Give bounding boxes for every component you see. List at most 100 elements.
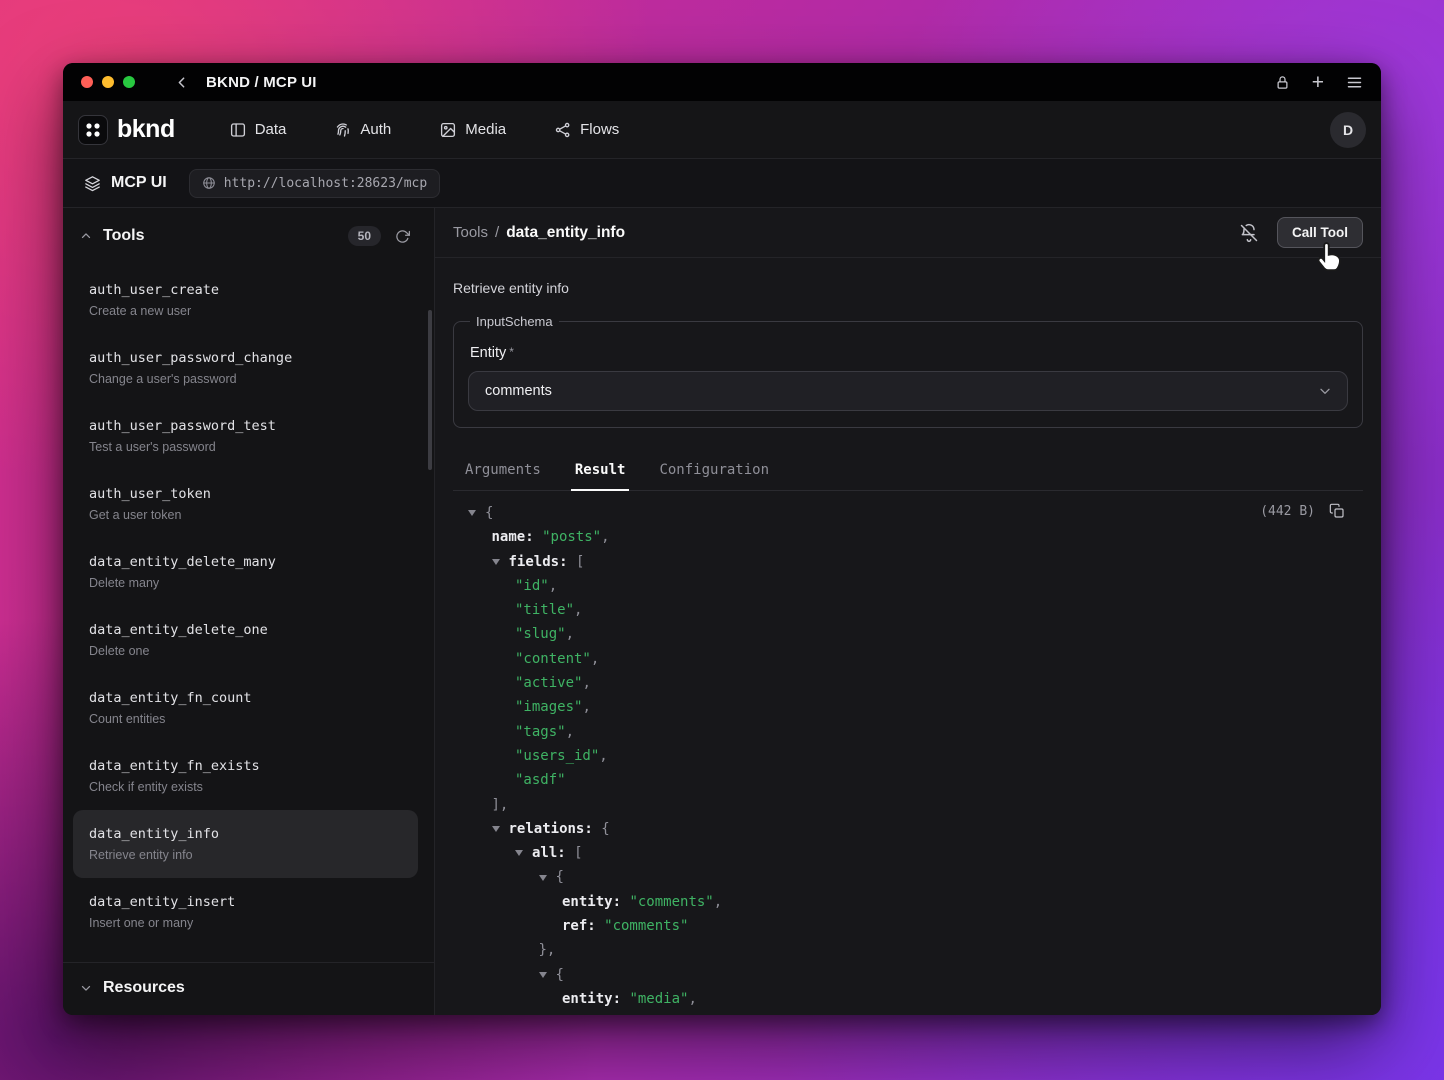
traffic-lights (81, 76, 135, 88)
nav-item-flows[interactable]: Flows (554, 121, 619, 139)
json-line: "images", (453, 695, 1363, 719)
close-window-button[interactable] (81, 76, 93, 88)
json-punct: , (591, 647, 599, 671)
breadcrumb-root[interactable]: Tools (453, 224, 488, 241)
resources-section-header[interactable]: Resources (63, 962, 434, 1015)
tool-list-item[interactable]: data_entity_fn_count Count entities (73, 674, 418, 742)
minimize-window-button[interactable] (102, 76, 114, 88)
json-punct: , (714, 890, 722, 914)
tool-list-item[interactable]: data_entity_insert Insert one or many (73, 878, 418, 946)
tool-name: data_entity_delete_one (89, 621, 402, 639)
json-string: "slug" (515, 622, 566, 646)
nav-item-data[interactable]: Data (229, 121, 287, 139)
nav-item-auth[interactable]: Auth (334, 121, 391, 139)
tool-list-item[interactable]: data_entity_delete_many Delete many (73, 538, 418, 606)
nav-label: Auth (360, 121, 391, 138)
maximize-window-button[interactable] (123, 76, 135, 88)
json-line: relations: { (453, 817, 1363, 841)
json-line: "content", (453, 647, 1363, 671)
tool-list-item[interactable]: auth_user_password_change Change a user'… (73, 334, 418, 402)
nav-item-media[interactable]: Media (439, 121, 506, 139)
tree-caret-icon[interactable] (539, 972, 556, 978)
json-line: "users_id", (453, 744, 1363, 768)
tool-list-item[interactable]: auth_user_password_test Test a user's pa… (73, 402, 418, 470)
breadcrumb-current: data_entity_info (506, 224, 625, 242)
tools-count-badge: 50 (348, 226, 381, 246)
json-line: "asdf" (453, 768, 1363, 792)
bell-off-icon (1239, 223, 1259, 243)
tools-section-header[interactable]: Tools 50 (63, 208, 434, 258)
new-tab-button[interactable]: + (1312, 72, 1324, 93)
tree-caret-icon[interactable] (468, 510, 485, 516)
tool-list-item[interactable]: auth_user_token Get a user token (73, 470, 418, 538)
tool-name: data_entity_fn_count (89, 689, 402, 707)
hamburger-menu-icon (1346, 74, 1363, 91)
json-key: name: (492, 525, 534, 549)
json-punct: , (574, 598, 582, 622)
nav-label: Flows (580, 121, 619, 138)
json-line: name: "posts", (453, 525, 1363, 549)
json-string: "content" (515, 647, 591, 671)
app-window: BKND / MCP UI + bknd Data Auth (63, 63, 1381, 1015)
mcp-url: http://localhost:28623/mcp (224, 176, 428, 191)
tool-detail-panel: Tools / data_entity_info Call Tool Retri… (435, 208, 1381, 1015)
tree-caret-icon[interactable] (492, 559, 509, 565)
tool-name: data_entity_insert (89, 893, 402, 911)
entity-select[interactable]: comments (468, 371, 1348, 411)
tool-description-text: Retrieve entity info (453, 280, 1363, 296)
copy-icon (1329, 503, 1345, 519)
logo-text: bknd (117, 115, 175, 144)
tool-description: Get a user token (89, 507, 402, 523)
bknd-logo[interactable]: bknd (78, 115, 175, 145)
copy-result-button[interactable] (1329, 503, 1345, 519)
tab[interactable]: Result (563, 452, 638, 490)
tree-caret-icon[interactable] (539, 875, 556, 881)
bknd-logo-icon (78, 115, 108, 145)
sidebar-scrollbar[interactable] (428, 310, 432, 470)
chevron-down-icon (1317, 383, 1333, 399)
tree-caret-icon[interactable] (492, 826, 509, 832)
tool-list-item[interactable]: data_entity_fn_exists Check if entity ex… (73, 742, 418, 810)
tool-list-item[interactable]: data_entity_delete_one Delete one (73, 606, 418, 674)
required-mark: * (509, 345, 514, 359)
json-key: relations: (509, 817, 593, 841)
tab[interactable]: Configuration (647, 452, 781, 490)
mcp-url-chip[interactable]: http://localhost:28623/mcp (189, 169, 441, 198)
json-line: { (453, 501, 1363, 525)
json-string: "id" (515, 574, 549, 598)
notifications-off-button[interactable] (1239, 223, 1259, 243)
result-json-viewer: (442 B) {name: "posts",fields: ["id","ti… (453, 491, 1363, 1015)
result-tabs: Arguments Result Configuration (453, 452, 1363, 491)
image-icon (439, 121, 457, 139)
lock-button[interactable] (1275, 75, 1290, 90)
json-key: all: (532, 841, 566, 865)
tool-name: auth_user_password_change (89, 349, 402, 367)
tool-description: Insert one or many (89, 915, 402, 931)
json-key: ref: (562, 1011, 596, 1015)
json-line: "slug", (453, 622, 1363, 646)
tool-list-item[interactable]: auth_user_create Create a new user (73, 266, 418, 334)
tool-list-item[interactable]: data_entity_info Retrieve entity info (73, 810, 418, 878)
refresh-tools-button[interactable] (395, 229, 410, 244)
app-header: bknd Data Auth Media Flows D (63, 101, 1381, 159)
call-tool-button[interactable]: Call Tool (1277, 217, 1363, 248)
page-title: MCP UI (111, 174, 167, 192)
back-button[interactable] (173, 74, 190, 91)
json-line: fields: [ (453, 550, 1363, 574)
json-punct: , (549, 574, 557, 598)
tab[interactable]: Arguments (453, 452, 553, 490)
tree-caret-icon[interactable] (515, 850, 532, 856)
json-punct: , (688, 987, 696, 1011)
tool-description: Test a user's password (89, 439, 402, 455)
json-line: ref: "comments" (453, 914, 1363, 938)
breadcrumb: Tools / data_entity_info (453, 224, 625, 242)
nav-label: Data (255, 121, 287, 138)
tool-description: Count entities (89, 711, 402, 727)
avatar[interactable]: D (1330, 112, 1366, 148)
menu-button[interactable] (1346, 74, 1363, 91)
json-string: "active" (515, 671, 582, 695)
tool-list: auth_user_create Create a new user auth_… (63, 258, 434, 962)
json-string: "images" (515, 695, 582, 719)
json-line: "title", (453, 598, 1363, 622)
json-line: { (453, 963, 1363, 987)
